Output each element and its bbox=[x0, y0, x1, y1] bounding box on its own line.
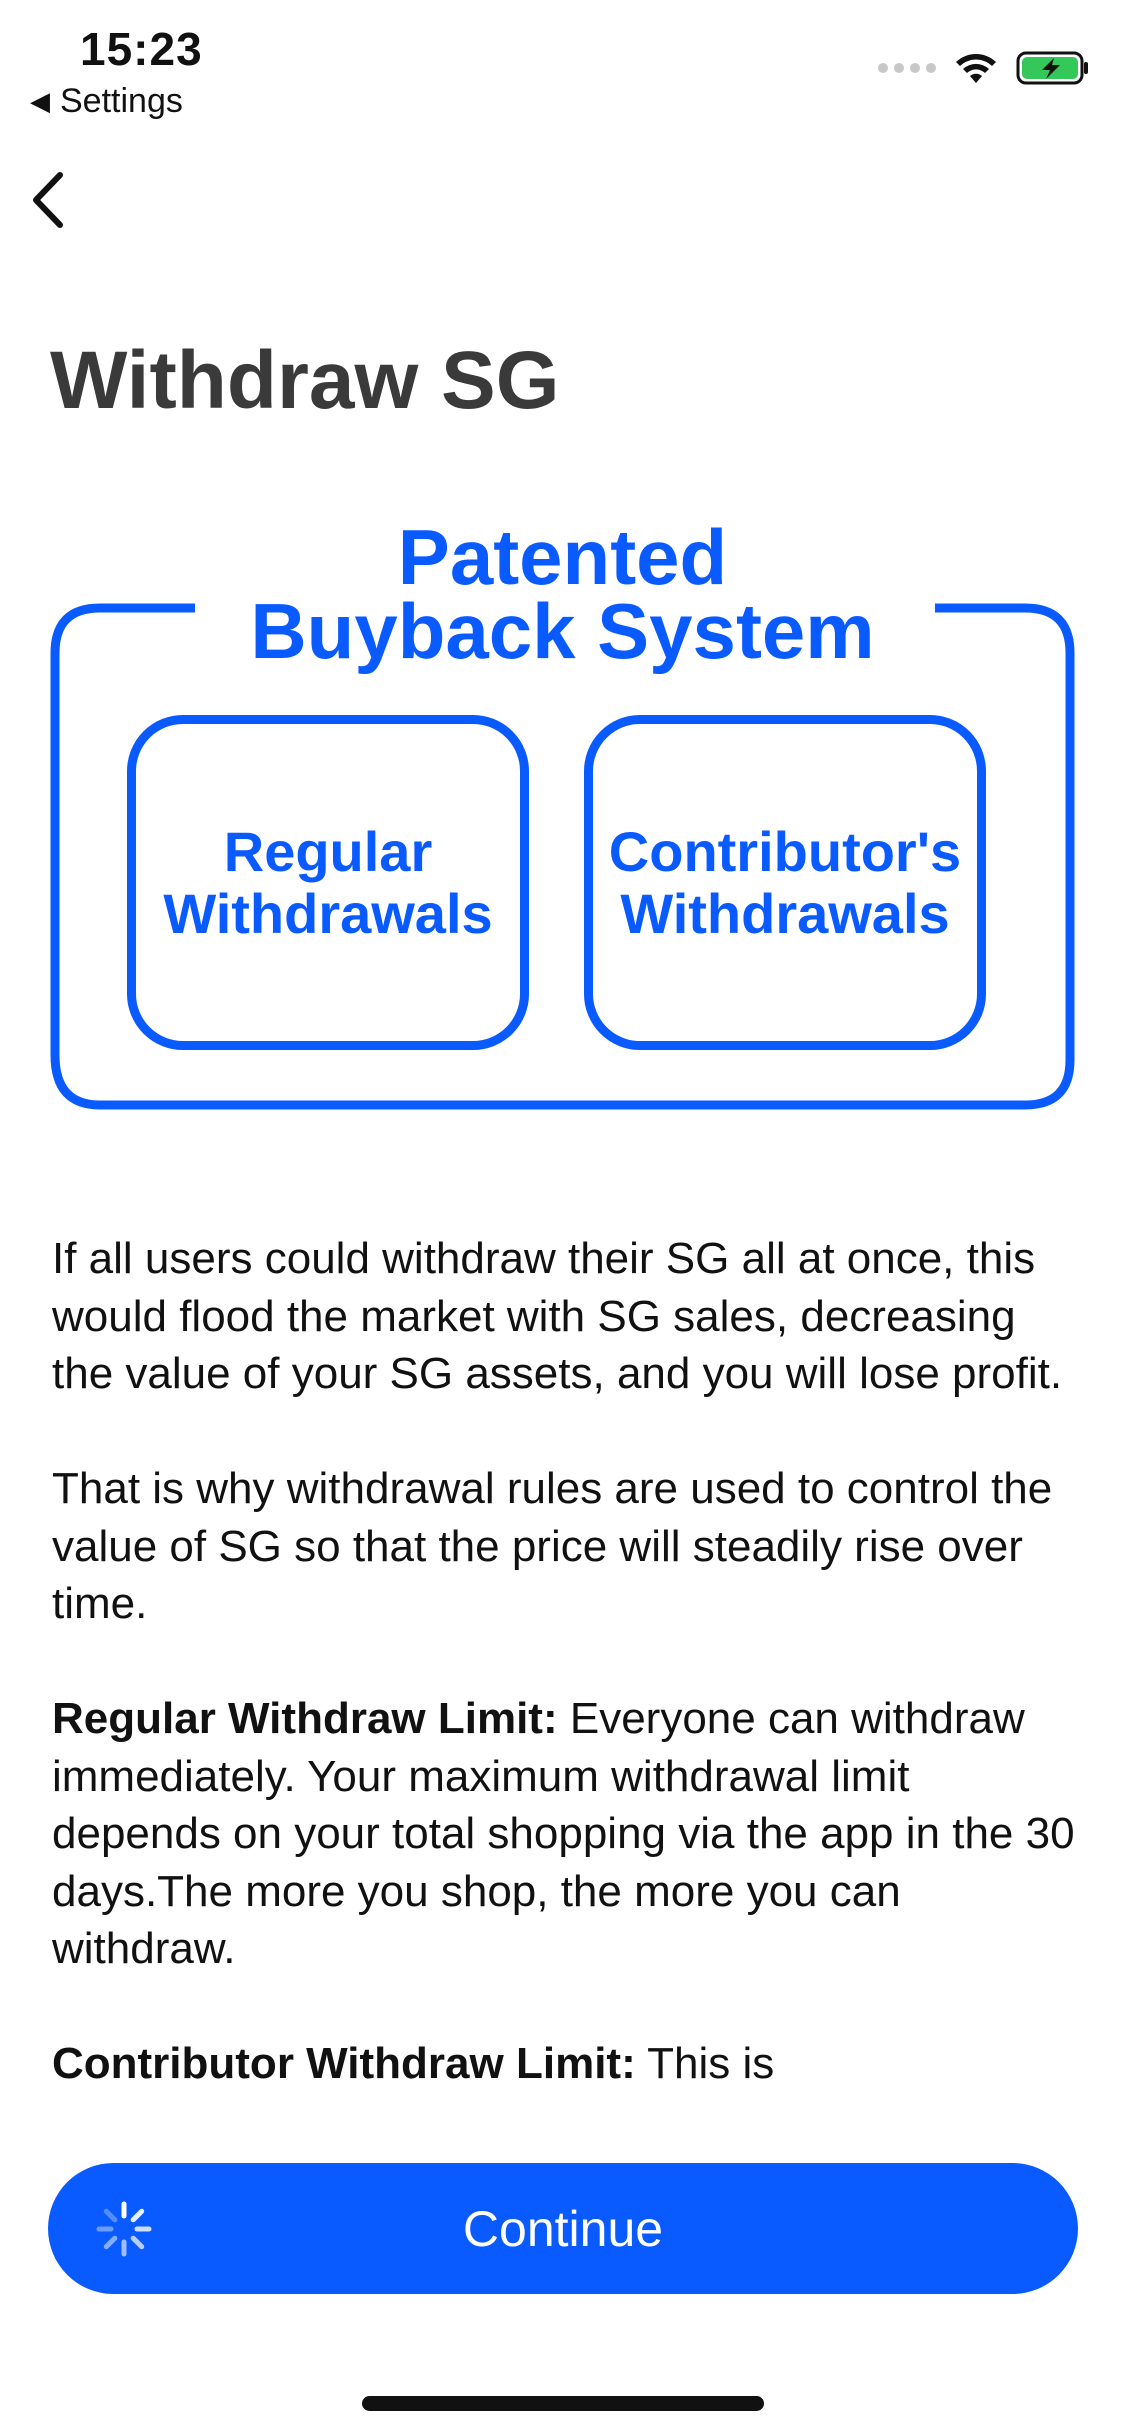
card-line1: Regular bbox=[223, 819, 433, 883]
battery-charging-icon bbox=[1016, 51, 1088, 85]
home-indicator[interactable] bbox=[362, 2396, 764, 2411]
paragraph-regular-limit: Regular Withdraw Limit: Everyone can wit… bbox=[52, 1690, 1077, 1978]
back-button[interactable] bbox=[20, 165, 80, 235]
regular-withdrawals-card: Regular Withdrawals bbox=[127, 715, 529, 1050]
card-line1: Contributor's bbox=[608, 819, 962, 883]
screen: 15:23 ◀ Settings Withdraw SG Patented Bu… bbox=[0, 0, 1125, 2436]
chevron-left-icon bbox=[33, 172, 63, 228]
scroll-fade bbox=[0, 2080, 1125, 2120]
back-to-app-link[interactable]: ◀ Settings bbox=[30, 82, 183, 121]
card-line2: Withdrawals bbox=[163, 881, 493, 945]
back-triangle-icon: ◀ bbox=[30, 86, 50, 116]
card-line2: Withdrawals bbox=[620, 881, 950, 945]
loading-spinner-icon bbox=[96, 2201, 152, 2257]
back-app-label: Settings bbox=[60, 82, 183, 120]
signal-icon bbox=[878, 63, 936, 73]
diagram-heading-line2: Buyback System bbox=[250, 587, 875, 675]
continue-button[interactable]: Continue bbox=[48, 2163, 1078, 2294]
diagram-heading-line1: Patented bbox=[397, 513, 728, 601]
paragraph-withdrawal-rules: That is why withdrawal rules are used to… bbox=[52, 1464, 1053, 1628]
buyback-diagram: Patented Buyback System Regular Withdraw… bbox=[0, 500, 1125, 1120]
contributors-withdrawals-card: Contributor's Withdrawals bbox=[584, 715, 986, 1050]
explanation-text: If all users could withdraw their SG all… bbox=[52, 1230, 1077, 2100]
wifi-icon bbox=[956, 54, 996, 83]
paragraph-market-flood: If all users could withdraw their SG all… bbox=[52, 1234, 1063, 1398]
status-time: 15:23 bbox=[80, 23, 203, 75]
page-title: Withdraw SG bbox=[50, 335, 560, 426]
continue-label: Continue bbox=[462, 2200, 664, 2257]
status-icons bbox=[878, 50, 1090, 86]
regular-limit-heading: Regular Withdraw Limit: bbox=[52, 1694, 558, 1743]
